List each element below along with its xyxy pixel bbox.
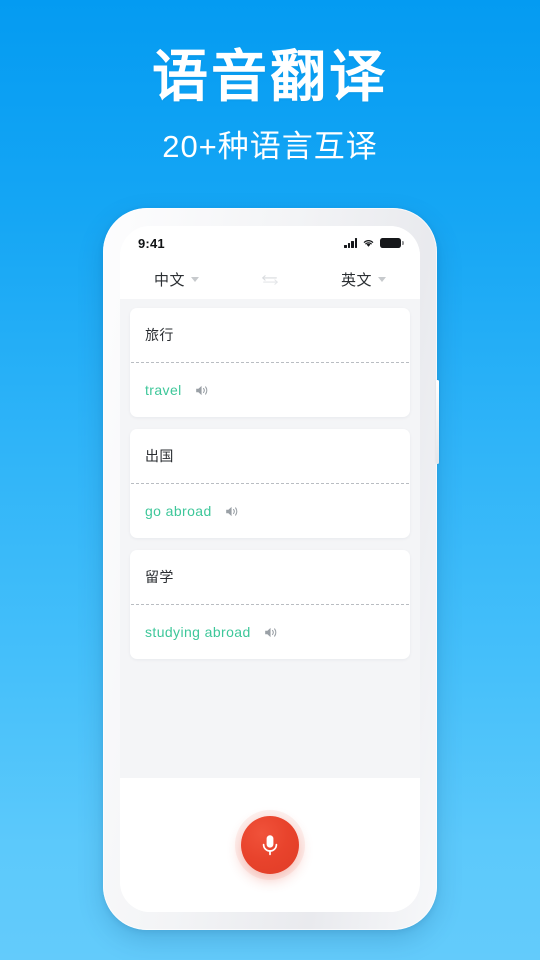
card-target-row: travel — [130, 363, 410, 417]
target-language-selector[interactable]: 英文 — [341, 269, 386, 290]
translation-card[interactable]: 旅行 travel — [130, 308, 410, 417]
page-title: 语音翻译 — [152, 45, 388, 108]
speaker-icon[interactable] — [195, 384, 210, 397]
source-text: 旅行 — [145, 327, 174, 343]
microphone-icon — [262, 835, 278, 856]
card-source-row: 旅行 — [130, 308, 410, 362]
source-language-label: 中文 — [154, 272, 186, 289]
card-source-row: 留学 — [130, 550, 410, 604]
translation-list[interactable]: 旅行 travel 出国 go abroad 留学 studying abroa… — [120, 299, 420, 778]
chevron-down-icon — [191, 277, 200, 282]
mic-bar — [120, 778, 420, 912]
speaker-icon[interactable] — [225, 505, 240, 518]
power-button[interactable] — [436, 380, 439, 464]
translation-card[interactable]: 留学 studying abroad — [130, 550, 410, 659]
signal-bars-icon — [344, 238, 357, 248]
hero-section: 语音翻译 20+种语言互译 — [0, 0, 540, 166]
status-icons — [344, 237, 404, 249]
translated-text: go abroad — [145, 503, 212, 519]
translated-text: travel — [145, 382, 182, 398]
card-target-row: studying abroad — [130, 605, 410, 659]
swap-arrows-icon[interactable] — [260, 273, 280, 287]
status-bar: 9:41 — [120, 226, 420, 260]
status-time: 9:41 — [138, 235, 165, 251]
source-text: 留学 — [145, 569, 174, 585]
chevron-down-icon — [378, 277, 386, 282]
wifi-icon — [363, 240, 374, 247]
language-selector-bar: 中文 英文 — [120, 260, 420, 299]
source-language-selector[interactable]: 中文 — [154, 269, 200, 290]
speaker-icon[interactable] — [264, 626, 279, 639]
translated-text: studying abroad — [145, 624, 251, 640]
card-source-row: 出国 — [130, 429, 410, 483]
phone-device: 9:41 中文 英文 旅行 travel 出国 go abroad 留学 stu… — [103, 208, 439, 930]
phone-screen: 9:41 中文 英文 旅行 travel 出国 go abroad 留学 stu… — [120, 226, 420, 912]
card-target-row: go abroad — [130, 484, 410, 538]
target-language-label: 英文 — [340, 272, 372, 289]
page-subtitle: 20+种语言互译 — [162, 129, 378, 164]
battery-icon — [380, 237, 404, 249]
promo-screen: 语音翻译 20+种语言互译 9:41 中文 英文 旅行 travel 出国 go… — [0, 0, 540, 960]
source-text: 出国 — [145, 448, 174, 464]
translation-card[interactable]: 出国 go abroad — [130, 429, 410, 538]
record-voice-button[interactable] — [241, 816, 299, 874]
